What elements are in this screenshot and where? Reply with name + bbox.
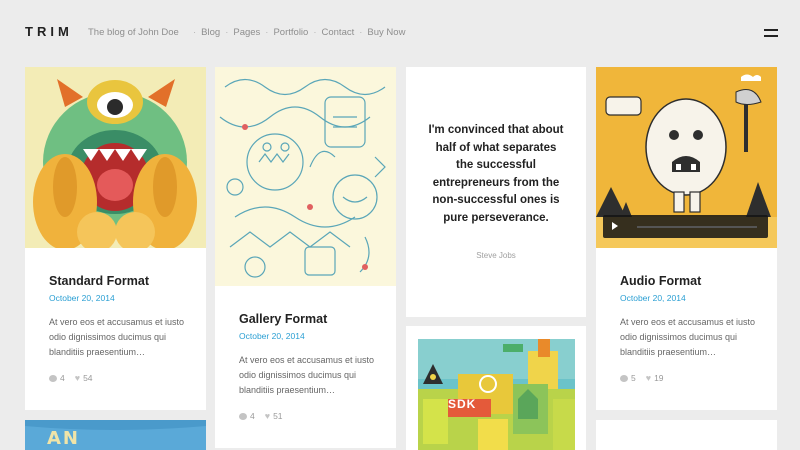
comment-icon bbox=[239, 412, 247, 420]
nav-separator: · bbox=[225, 27, 229, 38]
post-date[interactable]: October 20, 2014 bbox=[620, 293, 686, 303]
like-count: 51 bbox=[273, 411, 283, 421]
nav-separator: · bbox=[313, 27, 317, 38]
heart-icon[interactable]: ♥ bbox=[265, 411, 270, 421]
like-count: 19 bbox=[654, 373, 664, 383]
blue-lettering: AN bbox=[47, 428, 80, 449]
doodle-illustration bbox=[215, 67, 396, 286]
audio-progress-track[interactable] bbox=[637, 226, 757, 228]
post-title[interactable]: Standard Format bbox=[49, 274, 149, 288]
nav-item-portfolio[interactable]: Portfolio bbox=[273, 27, 308, 38]
post-card-quote[interactable]: I'm convinced that about half of what se… bbox=[406, 67, 586, 317]
post-title[interactable]: Gallery Format bbox=[239, 312, 327, 326]
post-date[interactable]: October 20, 2014 bbox=[239, 331, 305, 341]
nav-item-buy-now[interactable]: Buy Now bbox=[367, 27, 405, 38]
post-thumbnail-sdk[interactable]: SDK bbox=[418, 339, 575, 450]
quote-text[interactable]: I'm convinced that about half of what se… bbox=[426, 122, 566, 227]
post-card-partial-blue[interactable]: AN bbox=[25, 420, 206, 450]
post-card-partial-sdk[interactable]: SDK bbox=[406, 326, 586, 450]
comment-count[interactable]: 5 bbox=[631, 373, 636, 383]
comment-icon bbox=[49, 374, 57, 382]
nav-separator: · bbox=[193, 27, 197, 38]
sdk-city-illustration bbox=[418, 339, 575, 450]
site-logo[interactable]: TRIM bbox=[25, 24, 73, 39]
post-meta: 5 ♥ 19 bbox=[620, 373, 664, 383]
post-thumbnail-yeti[interactable] bbox=[596, 67, 777, 248]
like-count: 54 bbox=[83, 373, 93, 383]
post-excerpt: At vero eos et accusamus et iusto odio d… bbox=[620, 317, 756, 357]
comment-count[interactable]: 4 bbox=[250, 411, 255, 421]
nav-separator: · bbox=[359, 27, 363, 38]
nav-item-contact[interactable]: Contact bbox=[322, 27, 355, 38]
heart-icon[interactable]: ♥ bbox=[646, 373, 651, 383]
post-excerpt: At vero eos et accusamus et iusto odio d… bbox=[49, 317, 185, 357]
post-excerpt: At vero eos et accusamus et iusto odio d… bbox=[239, 355, 375, 395]
post-card-partial-right[interactable] bbox=[596, 420, 777, 450]
audio-player[interactable] bbox=[603, 215, 768, 238]
comment-count[interactable]: 4 bbox=[60, 373, 65, 383]
post-card-standard[interactable]: Standard Format October 20, 2014 At vero… bbox=[25, 67, 206, 410]
post-card-audio[interactable]: Audio Format October 20, 2014 At vero eo… bbox=[596, 67, 777, 410]
post-date[interactable]: October 20, 2014 bbox=[49, 293, 115, 303]
main-nav: · Blog · Pages · Portfolio · Contact · B… bbox=[188, 27, 405, 38]
quote-author: Steve Jobs bbox=[476, 251, 516, 260]
post-thumbnail-monster[interactable] bbox=[25, 67, 206, 248]
play-icon[interactable] bbox=[612, 222, 618, 230]
menu-icon[interactable] bbox=[764, 29, 778, 37]
comment-icon bbox=[620, 374, 628, 382]
site-tagline: The blog of John Doe bbox=[88, 27, 179, 38]
post-title[interactable]: Audio Format bbox=[620, 274, 701, 288]
post-thumbnail-doodles[interactable] bbox=[215, 67, 396, 286]
nav-item-blog[interactable]: Blog bbox=[201, 27, 220, 38]
post-meta: 4 ♥ 51 bbox=[239, 411, 283, 421]
post-card-gallery[interactable]: Gallery Format October 20, 2014 At vero … bbox=[215, 67, 396, 448]
sdk-label: SDK bbox=[448, 397, 477, 411]
nav-separator: · bbox=[265, 27, 269, 38]
site-header: TRIM The blog of John Doe · Blog · Pages… bbox=[0, 0, 800, 64]
heart-icon[interactable]: ♥ bbox=[75, 373, 80, 383]
post-thumbnail-blue[interactable]: AN bbox=[25, 420, 206, 450]
nav-item-pages[interactable]: Pages bbox=[233, 27, 260, 38]
post-meta: 4 ♥ 54 bbox=[49, 373, 93, 383]
monster-illustration bbox=[25, 67, 206, 248]
